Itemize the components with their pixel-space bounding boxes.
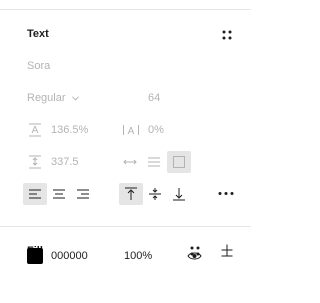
svg-text:A: A: [32, 125, 39, 136]
line-height-icon: A: [29, 123, 41, 137]
eye-icon[interactable]: [187, 251, 202, 261]
vertical-align-bottom-icon[interactable]: [172, 187, 186, 201]
resize-horizontal-icon[interactable]: [122, 156, 138, 168]
letter-spacing-field[interactable]: 0%: [148, 124, 164, 136]
text-styles-grid-icon[interactable]: [221, 29, 233, 41]
fill-opacity-field[interactable]: 100%: [124, 250, 152, 262]
vertical-align-middle-icon[interactable]: [148, 187, 162, 201]
font-size-field[interactable]: 64: [148, 92, 160, 104]
font-style-label: Regular: [27, 92, 66, 104]
fill-color-swatch[interactable]: [27, 248, 43, 264]
font-style-dropdown[interactable]: Regular: [27, 92, 79, 104]
top-divider: [0, 9, 251, 10]
paragraph-spacing-icon: [29, 155, 41, 169]
remove-fill-icon[interactable]: [221, 255, 233, 257]
more-options-icon[interactable]: [218, 191, 234, 196]
font-family-field[interactable]: Sora: [27, 60, 50, 72]
text-box-icon: [173, 156, 185, 168]
svg-text:A: A: [128, 126, 135, 137]
text-align-center-icon[interactable]: [52, 188, 66, 200]
letter-spacing-icon: A: [123, 125, 139, 137]
section-divider: [0, 226, 251, 227]
vertical-align-top-icon: [125, 187, 137, 200]
paragraph-indent-icon[interactable]: [147, 156, 161, 168]
fill-hex-field[interactable]: 000000: [51, 250, 88, 262]
paragraph-spacing-field[interactable]: 337.5: [51, 156, 79, 168]
text-section-title: Text: [27, 28, 49, 40]
line-height-field[interactable]: 136.5%: [51, 124, 88, 136]
text-align-right-icon[interactable]: [76, 188, 90, 200]
text-align-left-icon: [29, 189, 41, 199]
chevron-down-icon: [71, 96, 79, 101]
